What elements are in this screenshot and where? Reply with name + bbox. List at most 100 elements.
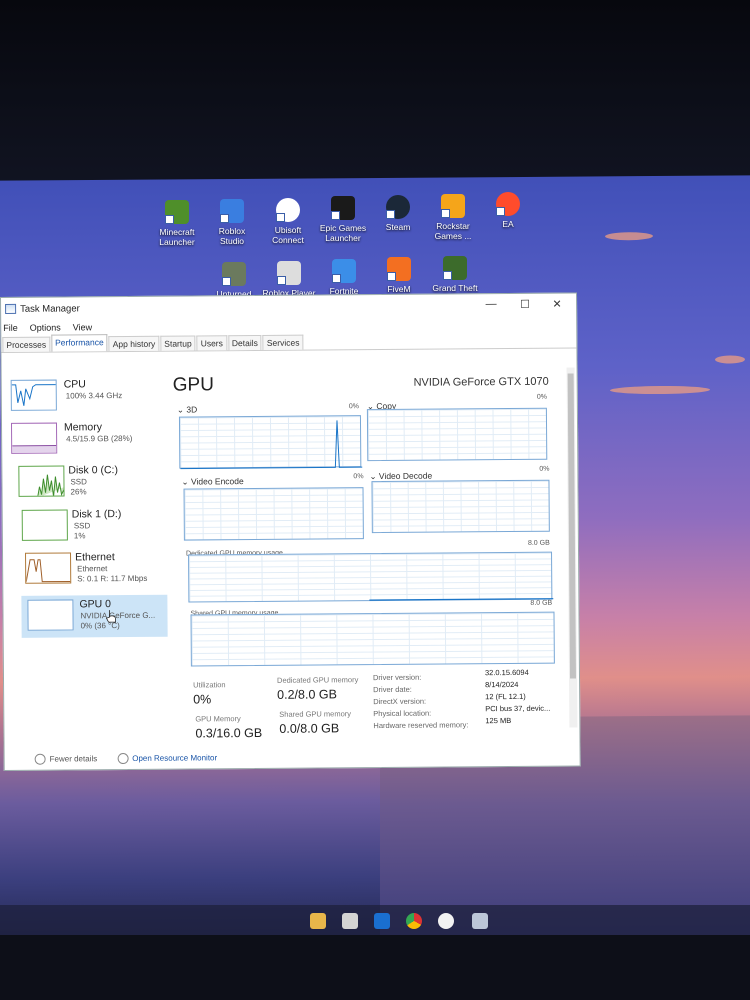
task-manager-app-icon	[5, 303, 17, 314]
tab-strip: Processes Performance App history Startu…	[1, 330, 577, 353]
wallpaper-cloud	[715, 355, 745, 364]
driver-date-label: Driver date:	[373, 684, 412, 695]
shared-memory-graph	[190, 611, 555, 667]
gpu-thumbnail-graph	[27, 599, 74, 631]
memory-thumbnail-graph	[10, 422, 58, 454]
window-footer: Fewer details Open Resource Monitor	[34, 752, 218, 765]
disk1-thumbnail-graph	[21, 509, 68, 541]
outlook-icon[interactable]	[374, 913, 390, 929]
gpu-panel: GPU NVIDIA GeForce GTX 1070 ⌄ 3D 0% ⌄ Co…	[167, 368, 570, 741]
engine-3d-graph	[178, 415, 363, 470]
chrome-icon[interactable]	[406, 913, 422, 929]
engine-3d-percent: 0%	[348, 403, 360, 411]
shared-memory-max: 8.0 GB	[530, 599, 553, 607]
menu-view[interactable]: View	[73, 322, 92, 332]
fortnite-icon	[332, 259, 356, 283]
disk0-thumbnail-graph	[18, 465, 65, 497]
hardware-reserved-memory-value: 125 MB	[485, 715, 512, 726]
sidebar-item-ethernet[interactable]: Ethernet Ethernet S: 0.1 R: 11.7 Mbps	[9, 548, 165, 591]
sidebar-item-label: Disk 1 (D:)	[71, 508, 122, 521]
hardware-reserved-memory-label: Hardware reserved memory:	[373, 720, 469, 731]
wallpaper-cloud	[610, 385, 710, 395]
ethernet-thumbnail-graph	[25, 552, 72, 584]
roblox-player-icon	[277, 261, 301, 285]
desktop-icon-ubisoft-connect[interactable]: Ubisoft Connect	[257, 198, 319, 245]
desktop-icon-label: Ubisoft Connect	[272, 225, 304, 245]
sidebar-item-cpu[interactable]: CPU 100% 3.44 GHz	[8, 375, 164, 418]
directx-version-value: 12 (FL 12.1)	[485, 691, 526, 702]
driver-version-value: 32.0.15.6094	[484, 667, 529, 678]
tab-performance[interactable]: Performance	[50, 334, 108, 352]
sidebar-item-disk-0[interactable]: Disk 0 (C:) SSD 26%	[8, 461, 164, 504]
gpu-model-name: NVIDIA GeForce GTX 1070	[413, 375, 549, 389]
engine-video-decode-graph	[371, 479, 550, 534]
driver-version-label: Driver version:	[372, 672, 422, 683]
gpu-memory-label: GPU Memory	[195, 714, 241, 724]
tab-processes[interactable]: Processes	[2, 336, 51, 352]
sidebar-item-label: CPU	[63, 378, 86, 391]
close-button[interactable]: ✕	[542, 298, 572, 311]
engine-3d-label[interactable]: ⌄ 3D	[177, 404, 197, 415]
desktop-icon-roblox-studio[interactable]: Roblox Studio	[201, 199, 263, 246]
clock-app-icon[interactable]	[438, 913, 454, 929]
desktop-icon-roblox-player[interactable]: Roblox Player	[258, 261, 320, 298]
gpu-memory-value: 0.3/16.0 GB	[195, 725, 263, 741]
open-resource-monitor-link[interactable]: Open Resource Monitor	[132, 753, 217, 763]
taskbar	[0, 905, 750, 937]
gpu-title: GPU	[172, 374, 214, 396]
desktop-icon-fortnite[interactable]: Fortnite	[313, 259, 375, 296]
vertical-scrollbar[interactable]	[566, 367, 578, 728]
desktop-icon-label: Rockstar Games ...	[434, 221, 472, 241]
sidebar-item-sub: SSD	[73, 521, 91, 531]
roblox-studio-icon	[220, 199, 244, 223]
sidebar-item-sub: NVIDIA GeForce G...	[80, 610, 156, 621]
sidebar-item-memory[interactable]: Memory 4.5/15.9 GB (28%)	[8, 418, 164, 461]
dedicated-gpu-memory-value: 0.2/8.0 GB	[277, 687, 337, 702]
microsoft-store-icon[interactable]	[342, 913, 358, 929]
sidebar-item-disk-1[interactable]: Disk 1 (D:) SSD 1%	[9, 505, 165, 548]
sidebar-item-gpu-0[interactable]: GPU 0 NVIDIA GeForce G... 0% (36 °C)	[21, 594, 168, 638]
ubisoft-icon	[276, 198, 300, 222]
desktop-icon-steam[interactable]: Steam	[367, 195, 429, 232]
photo-scene: Minecraft Launcher Roblox Studio Ubisoft…	[0, 0, 750, 1000]
desktop-icon-epic-games-launcher[interactable]: Epic Games Launcher	[312, 196, 374, 243]
minimize-button[interactable]: —	[476, 298, 506, 310]
desktop-icon-ea[interactable]: EA	[477, 192, 539, 229]
engine-video-encode-label[interactable]: ⌄ Video Encode	[181, 476, 243, 487]
resource-monitor-icon	[117, 753, 129, 765]
task-manager-taskbar-icon[interactable]	[472, 913, 488, 929]
monitor-bezel-bottom	[0, 935, 750, 1000]
unturned-icon	[222, 262, 246, 286]
epic-games-icon	[331, 196, 355, 220]
desktop-icon-minecraft-launcher[interactable]: Minecraft Launcher	[146, 200, 208, 247]
tab-details[interactable]: Details	[227, 334, 262, 351]
desktop-icon-fivem[interactable]: FiveM	[368, 257, 430, 294]
menu-options[interactable]: Options	[30, 322, 61, 332]
dedicated-memory-graph	[188, 551, 554, 603]
menu-file[interactable]: File	[3, 322, 18, 332]
engine-video-encode-percent: 0%	[353, 473, 364, 481]
desktop-icon-rockstar-games[interactable]: Rockstar Games ...	[422, 194, 484, 241]
desktop-icon-label: Roblox Studio	[218, 226, 246, 246]
desktop-icon-label: Steam	[385, 222, 411, 232]
scrollbar-thumb[interactable]	[567, 373, 577, 679]
sidebar-item-sub: 4.5/15.9 GB (28%)	[66, 433, 133, 444]
rockstar-icon	[441, 194, 465, 218]
tab-startup[interactable]: Startup	[160, 335, 196, 351]
tab-app-history[interactable]: App history	[108, 335, 160, 352]
chevron-up-icon[interactable]	[34, 753, 46, 765]
utilization-value: 0%	[193, 692, 212, 707]
sidebar-item-sub: 26%	[70, 487, 87, 497]
window-title: Task Manager	[20, 302, 80, 315]
file-explorer-icon[interactable]	[310, 913, 326, 929]
desktop-icon-label: FiveM	[387, 284, 411, 294]
tab-users[interactable]: Users	[196, 335, 227, 351]
fewer-details-link[interactable]: Fewer details	[50, 754, 98, 763]
tab-services[interactable]: Services	[262, 334, 304, 350]
desktop-icon-unturned[interactable]: Unturned	[203, 262, 265, 299]
maximize-button[interactable]: ☐	[510, 298, 540, 311]
gta-v-icon	[443, 256, 467, 280]
desktop-icon-label: EA	[502, 219, 514, 229]
engine-video-decode-percent: 0%	[539, 465, 550, 473]
wallpaper-cloud	[605, 232, 653, 241]
